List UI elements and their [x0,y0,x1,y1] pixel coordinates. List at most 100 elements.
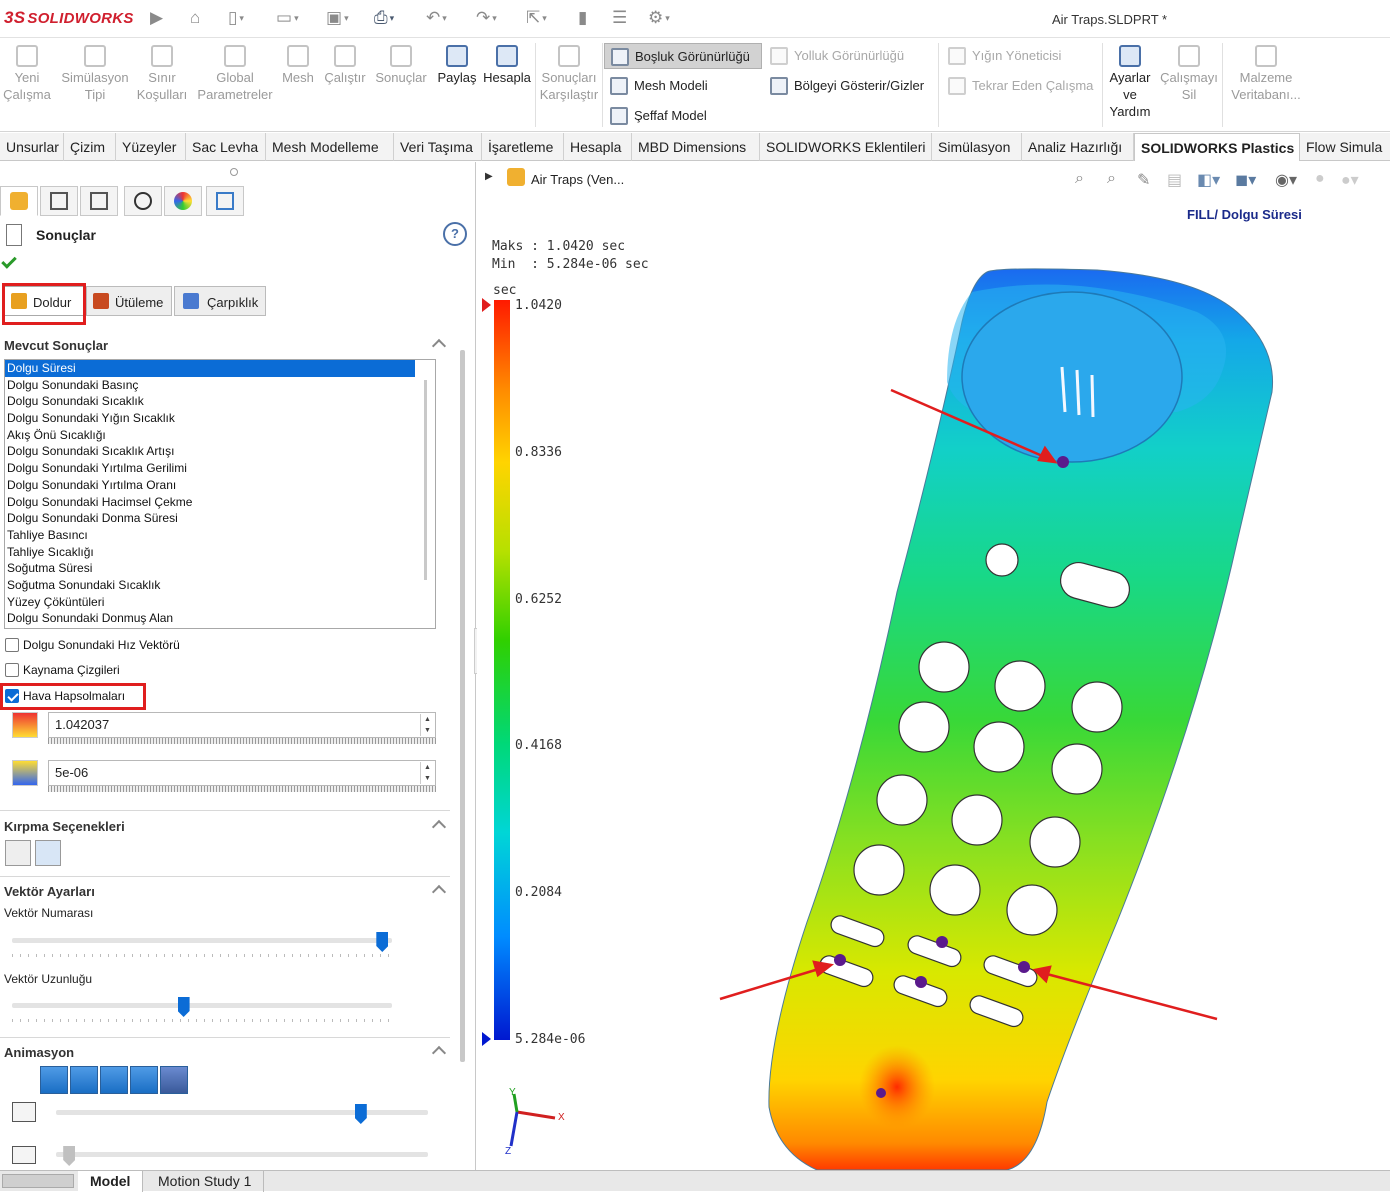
tab-analysis-preparation[interactable]: Analiz Hazırlığı [1022,133,1134,161]
tab-flow-simulation[interactable]: Flow Simula [1300,133,1390,161]
new-study-button[interactable]: Yeni Çalışma [2,41,52,103]
global-parameters-button[interactable]: Global Parametreler [194,41,276,103]
undo-icon[interactable]: ↶ ▾ [426,8,447,28]
tab-display-manager[interactable] [164,186,202,216]
tab-sheet-metal[interactable]: Sac Levha [186,133,266,161]
help-icon[interactable]: ? [443,222,467,246]
options-gear-icon[interactable]: ⚙ ▾ [648,8,670,28]
animation-speed-thumb[interactable] [63,1146,76,1166]
vector-number-slider[interactable] [12,938,392,943]
redo-icon[interactable]: ↷ ▾ [476,8,497,28]
transparent-model-button[interactable]: Şeffaf Model [604,103,762,129]
animation-speed-slider[interactable] [56,1152,428,1157]
list-item[interactable]: Soğutma Süresi [5,560,435,577]
material-database-button[interactable]: Malzeme Veritabanı... [1226,41,1306,103]
vector-length-slider[interactable] [12,1003,392,1008]
home-icon[interactable]: ⌂ [190,8,200,28]
repeat-study-button[interactable]: Tekrar Eden Çalışma [942,73,1100,99]
play-icon[interactable] [40,1066,68,1094]
file-properties-icon[interactable]: ☰ [612,8,627,28]
tab-motion-study[interactable]: Motion Study 1 [146,1171,265,1192]
run-button[interactable]: Çalıştır [322,41,368,86]
open-document-icon[interactable]: ▭ ▾ [276,8,299,28]
tab-simulation[interactable]: Simülasyon [932,133,1022,161]
mesh-model-button[interactable]: Mesh Modeli [604,73,762,99]
max-value-field[interactable]: 1.042037 ▲ ▼ [48,712,436,738]
list-item[interactable]: Dolgu Sonundaki Donma Süresi [5,510,435,527]
collapse-results-icon[interactable] [431,338,447,354]
tab-plastics-results[interactable] [206,186,244,216]
list-item[interactable]: Dolgu Sonundaki Hacimsel Çekme [5,494,435,511]
runner-visibility-button[interactable]: Yolluk Görünürlüğü [764,43,934,69]
results-button[interactable]: Sonuçlar [372,41,430,86]
boundary-conditions-button[interactable]: Sınır Koşulları [134,41,190,103]
collapse-vector-icon[interactable] [431,884,447,900]
tab-mesh-modeling[interactable]: Mesh Modelleme [266,133,394,161]
animation-frame-thumb[interactable] [354,1104,367,1124]
panel-scrollbar[interactable] [460,350,465,1062]
list-item[interactable]: Yüzey Çöküntüleri [5,594,435,611]
list-item[interactable]: Soğutma Sonundaki Sıcaklık [5,577,435,594]
tab-property-manager[interactable] [80,186,118,216]
tab-configuration-manager[interactable] [124,186,162,216]
share-button[interactable]: Paylaş [434,41,480,86]
tab-plastics-manager[interactable] [0,186,38,216]
list-item[interactable]: Dolgu Sonundaki Yığın Sıcaklık [5,410,435,427]
list-item[interactable]: Dolgu Sonundaki Sıcaklık Artışı [5,443,435,460]
tab-solidworks-plastics[interactable]: SOLIDWORKS Plastics [1134,133,1300,161]
list-item[interactable]: Dolgu Sonundaki Basınç [5,377,435,394]
max-value-spinner[interactable]: ▲ ▼ [420,714,434,736]
show-hide-region-button[interactable]: Bölgeyi Gösterir/Gizler [764,73,934,99]
step-forward-icon[interactable] [130,1066,158,1094]
collapse-clip-icon[interactable] [431,819,447,835]
list-item[interactable]: Dolgu Sonundaki Yırtılma Oranı [5,477,435,494]
tab-feature-manager[interactable] [40,186,78,216]
list-item[interactable]: Dolgu Süresi [5,360,415,377]
subtab-pack[interactable]: Ütüleme [86,286,172,316]
weld-lines-checkbox[interactable] [5,663,19,677]
collapse-animation-icon[interactable] [431,1045,447,1061]
pause-icon[interactable] [70,1066,98,1094]
min-value-ruler[interactable] [48,786,436,792]
vector-number-thumb[interactable] [376,932,389,952]
list-item[interactable]: Tahliye Sıcaklığı [5,544,435,561]
print-icon[interactable]: ⎙ ▾ [374,8,394,28]
results-list[interactable]: Dolgu Süresi Dolgu Sonundaki Basınç Dolg… [4,359,436,629]
tab-scroll-arrows[interactable] [2,1174,74,1188]
calculate-button[interactable]: Hesapla [482,41,532,86]
select-icon[interactable]: ⇱ ▾ [526,8,547,28]
list-item[interactable]: Akış Önü Sıcaklığı [5,427,435,444]
batch-manager-button[interactable]: Yığın Yöneticisi [942,43,1100,69]
clip-box-icon[interactable] [35,840,61,866]
tab-solidworks-addins[interactable]: SOLIDWORKS Eklentileri [760,133,932,161]
animation-frame-slider[interactable] [56,1110,428,1115]
rebuild-icon[interactable]: ▮ [578,8,587,28]
tab-markup[interactable]: İşaretleme [482,133,564,161]
clip-plane-icon[interactable] [5,840,31,866]
expand-menu-icon[interactable]: ▶ [150,8,163,28]
save-icon[interactable]: ▣ ▾ [326,8,349,28]
compare-results-button[interactable]: Sonuçları Karşılaştır [538,41,600,103]
graphics-area[interactable]: ▶ Air Traps (Ven... ⌕ ⌕ ✎ ▤ ◧▾ ◼▾ ◉▾ ● ●… [477,162,1390,1170]
settings-help-button[interactable]: Ayarlar ve Yardım [1104,41,1156,120]
panel-pin-icon[interactable] [230,168,238,176]
min-value-field[interactable]: 5e-06 ▲ ▼ [48,760,436,786]
subtab-warp[interactable]: Çarpıklık [174,286,266,316]
list-item[interactable]: Dolgu Sonundaki Donmuş Alan [5,610,435,627]
vector-length-thumb[interactable] [177,997,190,1017]
tab-surfaces[interactable]: Yüzeyler [116,133,186,161]
min-value-spinner[interactable]: ▲ ▼ [420,762,434,784]
ok-checkmark-icon[interactable] [1,253,17,269]
new-document-icon[interactable]: ▯ ▾ [228,8,244,28]
velocity-vector-checkbox[interactable] [5,638,19,652]
list-item[interactable]: Tahliye Basıncı [5,527,435,544]
list-item[interactable]: Dolgu Sonundaki Sıcaklık [5,393,435,410]
loop-icon[interactable] [160,1066,188,1094]
tab-features[interactable]: Unsurlar [0,133,64,161]
max-value-ruler[interactable] [48,738,436,744]
tab-model[interactable]: Model [78,1171,144,1192]
mesh-button[interactable]: Mesh [280,41,316,86]
simulation-type-button[interactable]: Simülasyon Tipi [58,41,132,103]
tab-evaluate[interactable]: Hesapla [564,133,632,161]
cavity-visibility-button[interactable]: Boşluk Görünürlüğü [604,43,762,69]
